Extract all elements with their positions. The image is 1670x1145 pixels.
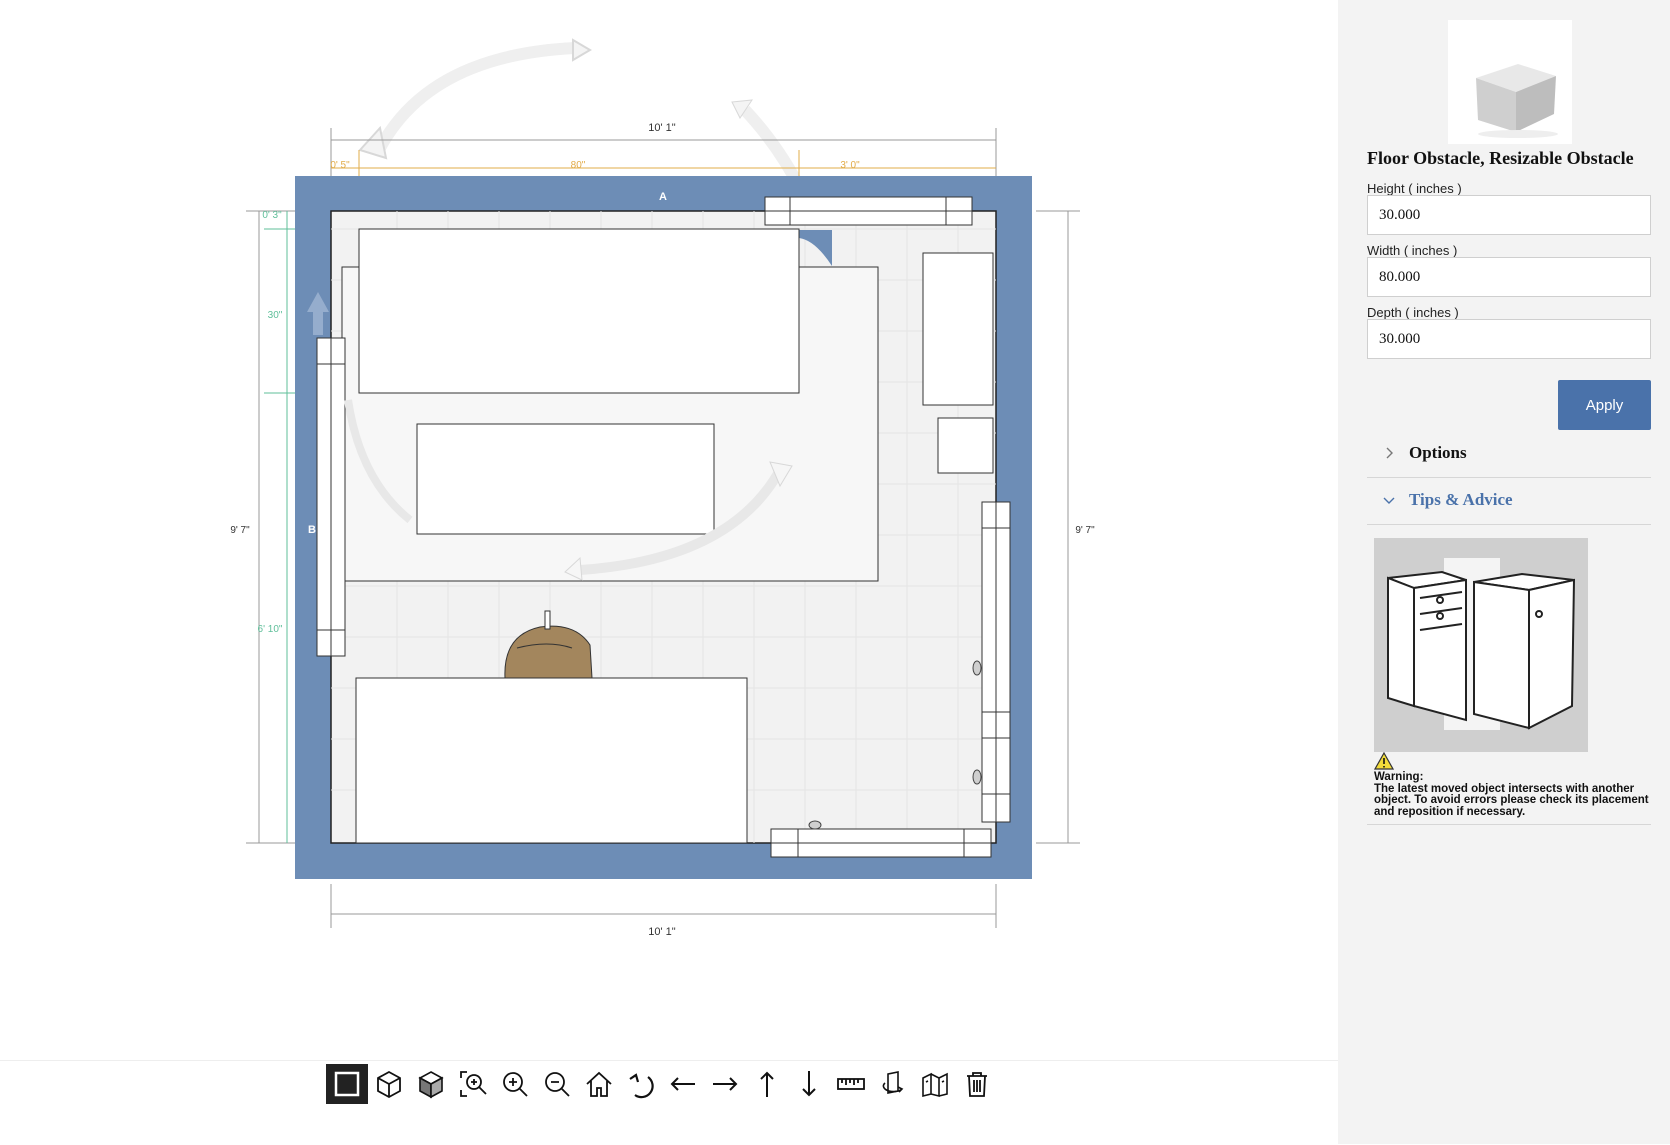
door-knob-3: [808, 820, 822, 830]
green-bottom-label: 6' 10": [258, 624, 283, 635]
right-wall-window[interactable]: [981, 501, 1011, 823]
warning-body: The latest moved object intersects with …: [1374, 782, 1649, 818]
bottom-wall-window[interactable]: [770, 828, 992, 858]
arrow-right-icon: [713, 1077, 738, 1091]
top-width-label: 10' 1": [648, 122, 676, 134]
ruler-icon: [837, 1078, 865, 1090]
top-wall-window[interactable]: [764, 196, 973, 226]
depth-input[interactable]: [1367, 319, 1651, 359]
selected-obstacle[interactable]: [358, 228, 800, 394]
green-mid-label: 30": [268, 310, 283, 321]
left-height-label: 9' 7": [230, 525, 250, 536]
warning-title: Warning:: [1374, 771, 1424, 783]
properties-panel: Floor Obstacle, Resizable Obstacle Heigh…: [1338, 0, 1670, 1144]
floorplan-canvas[interactable]: 10' 1" 0' 5" 80" 3' 0" 9' 7" 0' 3" 30" 6…: [0, 0, 1338, 1144]
tool-move-left[interactable]: [662, 1064, 704, 1104]
zoom-out-icon: [545, 1072, 570, 1097]
corner-cabinets-icon: [1387, 558, 1576, 730]
bottom-width-label: 10' 1": [648, 926, 676, 938]
width-input[interactable]: [1367, 257, 1651, 297]
depth-label: Depth ( inches ): [1367, 305, 1459, 320]
right-cabinet-top[interactable]: [922, 252, 994, 406]
apply-button[interactable]: Apply: [1558, 380, 1651, 430]
arrow-down-icon: [802, 1071, 816, 1097]
warning-icon: [1374, 752, 1394, 770]
wall-label-a[interactable]: A: [659, 191, 667, 203]
arrow-left-icon: [670, 1077, 695, 1091]
options-label: Options: [1409, 443, 1467, 462]
tips-accordion[interactable]: Tips & Advice: [1367, 478, 1651, 525]
options-accordion[interactable]: Options: [1367, 431, 1651, 478]
bottom-dimension: [330, 884, 997, 928]
height-label: Height ( inches ): [1367, 181, 1462, 196]
panel-title: Floor Obstacle, Resizable Obstacle: [1367, 148, 1634, 168]
green-top-label: 0' 3": [262, 210, 282, 221]
tool-home[interactable]: [578, 1064, 620, 1104]
chevron-down-icon: [1383, 497, 1395, 504]
tool-measure[interactable]: [830, 1064, 872, 1104]
right-dimension: [1036, 210, 1080, 844]
orange-left-label: 0' 5": [330, 160, 350, 171]
orange-right-label: 3' 0": [840, 160, 860, 171]
walls-icon: [922, 1072, 948, 1098]
tool-rotate[interactable]: [620, 1064, 662, 1104]
panel-divider: [1367, 824, 1651, 825]
tool-3d-view[interactable]: [368, 1064, 410, 1104]
tool-walls[interactable]: [914, 1064, 956, 1104]
flip-icon: [882, 1071, 904, 1094]
tool-move-up[interactable]: [746, 1064, 788, 1104]
tool-2d-view[interactable]: [326, 1064, 368, 1104]
left-wall-window[interactable]: [316, 337, 346, 657]
right-height-label: 9' 7": [1075, 525, 1095, 536]
chevron-right-icon: [1386, 447, 1393, 459]
tool-zoom-fit[interactable]: [452, 1064, 494, 1104]
tips-label: Tips & Advice: [1409, 490, 1513, 509]
zoom-fit-icon: [460, 1071, 487, 1097]
wall-label-b[interactable]: B: [308, 524, 316, 536]
right-cabinet-small[interactable]: [937, 417, 994, 474]
trash-icon: [967, 1072, 987, 1097]
arrow-up-icon: [760, 1071, 774, 1097]
tool-zoom-out[interactable]: [536, 1064, 578, 1104]
obstacle-thumbnail: [1448, 20, 1572, 144]
door-knob-2: [972, 769, 982, 785]
tips-image: [1374, 538, 1588, 752]
tool-move-down[interactable]: [788, 1064, 830, 1104]
square-icon: [334, 1071, 360, 1097]
orange-mid-label: 80": [571, 160, 586, 171]
box-obstacle-icon: [1476, 64, 1558, 138]
center-obstacle[interactable]: [416, 423, 715, 535]
top-dimension: [330, 128, 997, 178]
width-label: Width ( inches ): [1367, 243, 1458, 258]
rotate-icon: [629, 1073, 654, 1099]
tool-move-right[interactable]: [704, 1064, 746, 1104]
tool-3d-solid-view[interactable]: [410, 1064, 452, 1104]
zoom-in-icon: [503, 1072, 528, 1097]
warning-message: Warning: The latest moved object interse…: [1374, 771, 1649, 818]
home-icon: [586, 1071, 612, 1097]
door-knob-1: [972, 660, 982, 676]
tool-flip[interactable]: [872, 1064, 914, 1104]
tool-zoom-in[interactable]: [494, 1064, 536, 1104]
desk[interactable]: [355, 677, 748, 844]
height-input[interactable]: [1367, 195, 1651, 235]
tool-delete[interactable]: [956, 1064, 998, 1104]
cube-shaded-icon: [418, 1071, 444, 1099]
cube-outline-icon: [377, 1070, 401, 1099]
